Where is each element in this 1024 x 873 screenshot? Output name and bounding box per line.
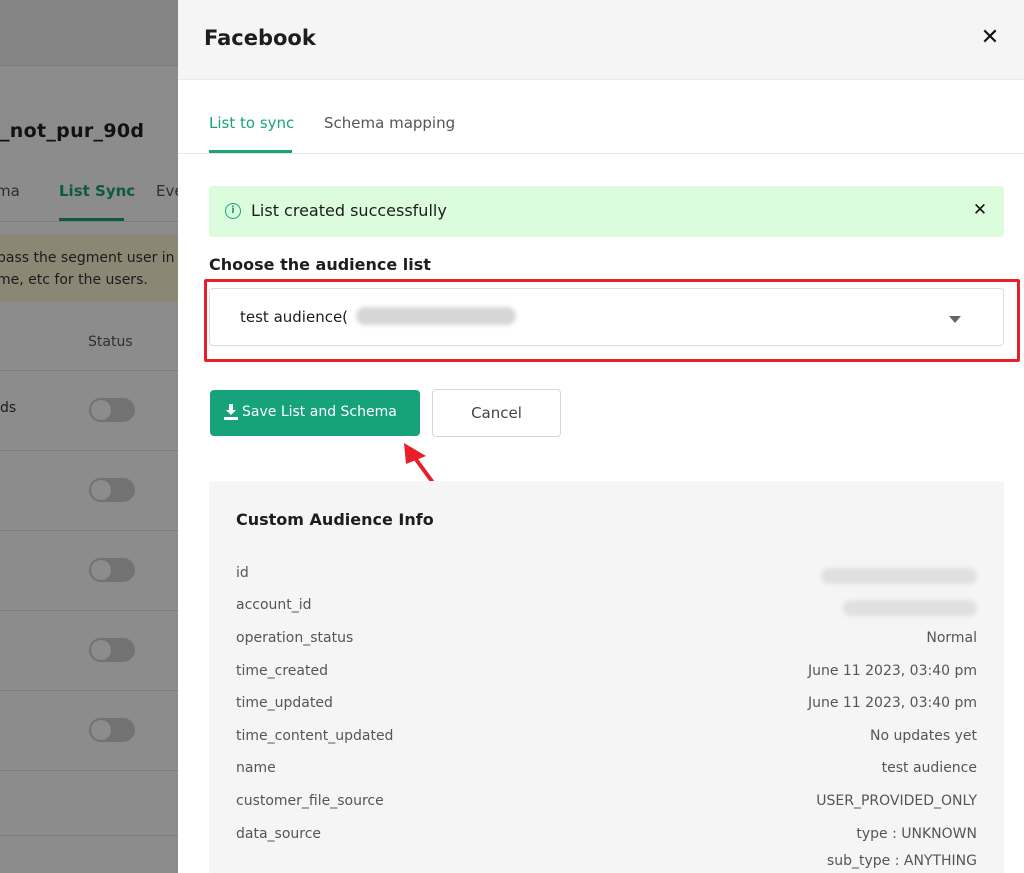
drawer-title: Facebook — [204, 26, 316, 50]
info-key: time_content_updated — [236, 728, 394, 744]
info-value: type : UNKNOWN — [856, 826, 977, 842]
close-icon[interactable]: ✕ — [978, 26, 1002, 50]
info-row-time-content-updated: time_content_updated No updates yet — [236, 728, 977, 748]
info-key: name — [236, 760, 276, 776]
info-row-time-updated: time_updated June 11 2023, 03:40 pm — [236, 695, 977, 715]
info-key: time_created — [236, 663, 328, 679]
info-row-id: id — [236, 565, 977, 585]
info-key: id — [236, 565, 249, 581]
info-row-customer-file-source: customer_file_source USER_PROVIDED_ONLY — [236, 793, 977, 813]
info-row-account-id: account_id — [236, 597, 977, 617]
drawer-tabs: List to sync Schema mapping — [178, 80, 1024, 154]
info-row-data-source-subtype: sub_type : ANYTHING — [236, 853, 977, 873]
info-value: June 11 2023, 03:40 pm — [807, 695, 977, 711]
info-row-data-source: data_source type : UNKNOWN — [236, 826, 977, 846]
modal-overlay[interactable] — [0, 0, 178, 873]
info-row-name: name test audience — [236, 760, 977, 780]
audience-list-label: Choose the audience list — [209, 255, 431, 274]
tab-schema-mapping[interactable]: Schema mapping — [324, 114, 455, 132]
info-key: customer_file_source — [236, 793, 384, 809]
download-icon — [224, 404, 238, 420]
redacted-audience-id — [356, 307, 516, 325]
success-alert: i List created successfully ✕ — [209, 186, 1004, 237]
alert-message: List created successfully — [251, 201, 447, 220]
info-row-time-created: time_created June 11 2023, 03:40 pm — [236, 663, 977, 683]
info-value: No updates yet — [870, 728, 977, 744]
audience-select-value: test audience( — [240, 308, 349, 326]
close-icon[interactable]: ✕ — [970, 200, 990, 220]
caret-down-icon — [949, 316, 961, 323]
redacted-value — [843, 600, 977, 616]
audience-list-select[interactable]: test audience( — [209, 288, 1004, 346]
facebook-drawer: Facebook ✕ List to sync Schema mapping i… — [178, 0, 1024, 873]
info-key: time_updated — [236, 695, 333, 711]
info-value: test audience — [881, 760, 977, 776]
info-value: Normal — [926, 630, 977, 646]
info-row-operation-status: operation_status Normal — [236, 630, 977, 650]
info-value: June 11 2023, 03:40 pm — [807, 663, 977, 679]
tab-list-to-sync[interactable]: List to sync — [209, 114, 294, 132]
info-value: sub_type : ANYTHING — [826, 853, 977, 869]
info-key: operation_status — [236, 630, 354, 646]
save-list-and-schema-button[interactable]: Save List and Schema — [210, 390, 420, 436]
info-card-title: Custom Audience Info — [236, 510, 434, 529]
redacted-value — [821, 568, 977, 584]
cancel-button[interactable]: Cancel — [432, 389, 561, 437]
info-icon: i — [225, 203, 241, 219]
custom-audience-info-card: Custom Audience Info id account_id opera… — [209, 481, 1004, 873]
drawer-header: Facebook ✕ — [178, 0, 1024, 80]
save-button-label: Save List and Schema — [242, 404, 397, 420]
info-key: account_id — [236, 597, 312, 613]
info-key: data_source — [236, 826, 322, 842]
info-value: USER_PROVIDED_ONLY — [816, 793, 977, 809]
active-tab-indicator — [209, 150, 292, 153]
